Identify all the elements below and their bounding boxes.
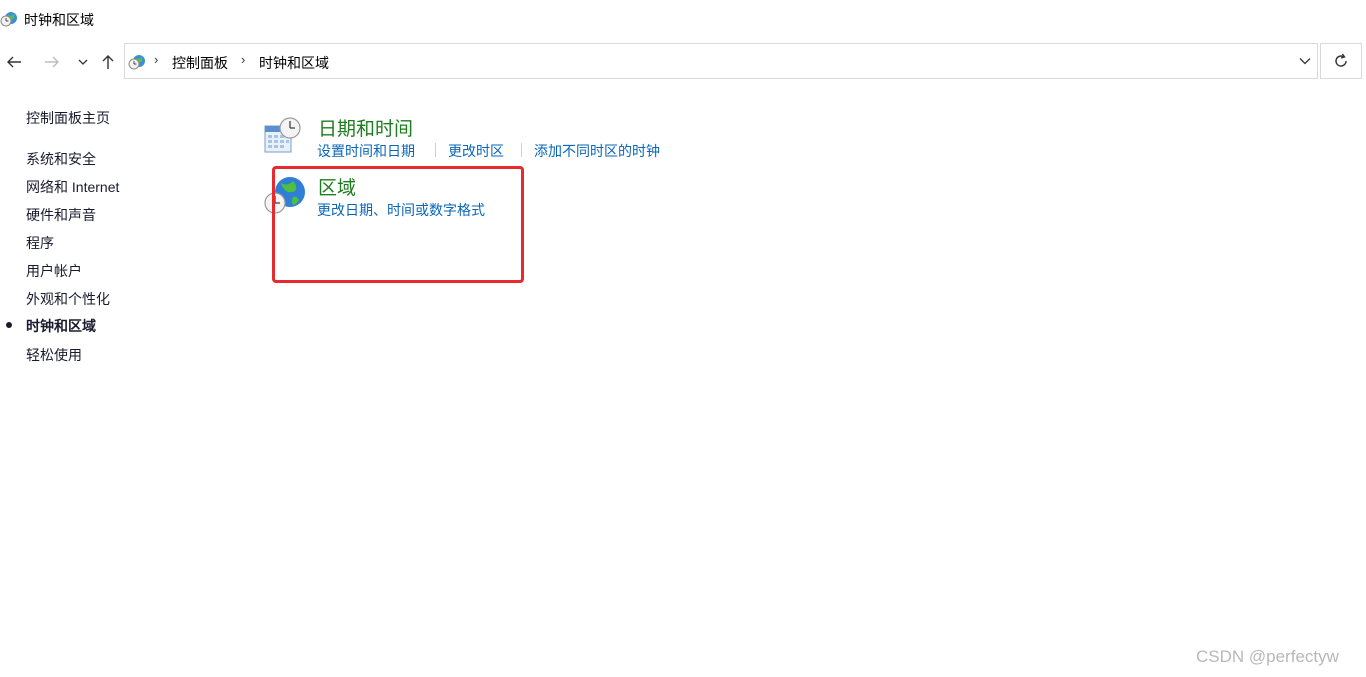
back-arrow-icon xyxy=(7,56,21,68)
address-bar[interactable]: › 控制面板 › 时钟和区域 xyxy=(124,43,1318,79)
sidebar-item-appearance[interactable]: 外观和个性化 xyxy=(26,289,110,309)
chevron-right-icon[interactable]: › xyxy=(241,52,245,67)
category-title-date-time[interactable]: 日期和时间 xyxy=(318,114,413,141)
highlight-annotation-box xyxy=(272,166,524,283)
link-set-time-date[interactable]: 设置时间和日期 xyxy=(317,141,415,161)
window-title: 时钟和区域 xyxy=(24,12,94,28)
link-divider xyxy=(435,143,436,157)
up-button[interactable] xyxy=(96,50,120,74)
refresh-icon xyxy=(1335,53,1347,67)
title-bar: 时钟和区域 xyxy=(0,0,1366,38)
chevron-right-icon[interactable]: › xyxy=(154,52,158,67)
refresh-button[interactable] xyxy=(1320,43,1362,79)
sidebar-item-ease-of-access[interactable]: 轻松使用 xyxy=(26,345,82,365)
chevron-down-icon xyxy=(78,59,88,65)
navigation-bar: › 控制面板 › 时钟和区域 xyxy=(0,42,1366,82)
forward-arrow-icon xyxy=(45,56,59,68)
sidebar-item-programs[interactable]: 程序 xyxy=(26,233,54,253)
sidebar-item-home[interactable]: 控制面板主页 xyxy=(26,108,110,128)
up-arrow-icon xyxy=(102,55,114,69)
watermark: CSDN @perfectyw xyxy=(1196,647,1339,666)
clock-globe-icon xyxy=(0,12,17,27)
current-item-bullet xyxy=(6,322,12,328)
address-dropdown-button[interactable] xyxy=(1299,53,1311,68)
clock-globe-icon xyxy=(128,55,145,70)
forward-button[interactable] xyxy=(40,50,64,74)
calendar-clock-icon xyxy=(264,117,301,153)
sidebar-item-hardware-sound[interactable]: 硬件和声音 xyxy=(26,205,96,225)
back-button[interactable] xyxy=(2,50,26,74)
link-change-timezone[interactable]: 更改时区 xyxy=(448,141,504,161)
recent-locations-button[interactable] xyxy=(71,50,95,74)
chevron-down-icon xyxy=(1299,58,1311,65)
link-divider xyxy=(521,143,522,157)
sidebar-item-clock-region[interactable]: 时钟和区域 xyxy=(26,316,96,336)
sidebar-item-user-accounts[interactable]: 用户帐户 xyxy=(26,261,82,281)
sidebar-item-system-security[interactable]: 系统和安全 xyxy=(26,149,96,169)
link-add-clocks[interactable]: 添加不同时区的时钟 xyxy=(534,141,660,161)
breadcrumb-clock-region[interactable]: 时钟和区域 xyxy=(259,53,329,73)
breadcrumb-control-panel[interactable]: 控制面板 xyxy=(172,53,228,73)
sidebar-item-network[interactable]: 网络和 Internet xyxy=(26,177,119,197)
